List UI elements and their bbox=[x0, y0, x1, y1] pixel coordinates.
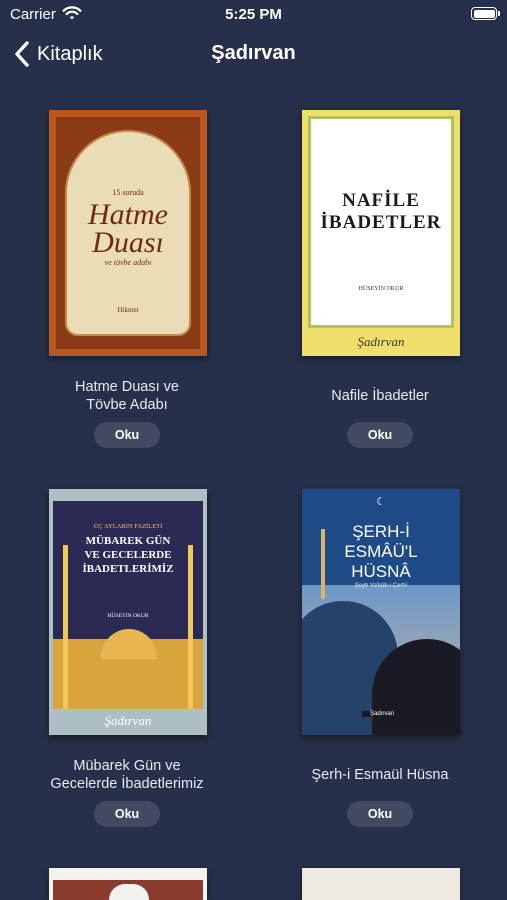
cover-brand: Şadırvan bbox=[104, 713, 152, 728]
read-button-hatme-duasi[interactable]: Oku bbox=[94, 422, 160, 448]
crescent-icon: ☾ bbox=[376, 496, 386, 508]
book-title-line: Tövbe Adabı bbox=[86, 397, 168, 413]
book-cover-nafile-ibadetler[interactable]: NAFİLE İBADETLER HÜSEYİN OKUR Şadırvan bbox=[302, 110, 460, 356]
cover-brand: Şadırvan bbox=[362, 711, 402, 717]
cover-title-line2: ESMÂÜ'L bbox=[344, 542, 418, 561]
book-cover-partial[interactable] bbox=[49, 868, 207, 900]
battery-icon bbox=[471, 7, 500, 20]
navigation-bar: Kitaplık Şadırvan bbox=[0, 32, 507, 76]
cover-author: HÜSEYİN OKUR bbox=[107, 613, 149, 619]
book-title-line: Mübarek Gün ve bbox=[73, 758, 181, 774]
book-title-mubarek-gun: Mübarek Gün ve Gecelerde İbadetlerimiz bbox=[7, 757, 247, 793]
book-cover-serh-i-esmaul-husna[interactable]: ☾ ŞERH-İ ESMÂÜ'L HÜSNÂ Şeyh Ya'kûb-i Çer… bbox=[302, 489, 460, 735]
clock: 5:25 PM bbox=[225, 6, 282, 23]
book-title-line: Hatme Duası ve bbox=[75, 379, 179, 395]
read-button-serh-i-esmaul-husna[interactable]: Oku bbox=[347, 801, 413, 827]
cover-brand: Şadırvan bbox=[357, 334, 405, 349]
cover-title-line1: ŞERH-İ bbox=[352, 522, 410, 541]
book-cover-hatme-duasi[interactable]: 15 soruda Hatme Duası ve tövbe adabı Hik… bbox=[49, 110, 207, 356]
cover-title-line1: MÜBAREK GÜN bbox=[85, 535, 171, 547]
book-cover-mubarek-gun[interactable]: ÜÇ AYLARIN FAZİLETİ MÜBAREK GÜN VE GECEL… bbox=[49, 489, 207, 735]
book-title-line: Gecelerde İbadetlerimiz bbox=[50, 776, 204, 792]
cover-title-line2: İBADETLER bbox=[320, 212, 442, 233]
book-cover-partial[interactable] bbox=[302, 868, 460, 900]
cover-title-line1: NAFİLE bbox=[342, 190, 420, 211]
cover-brand: Hikmet bbox=[117, 306, 139, 314]
cover-title-line3: HÜSNÂ bbox=[351, 562, 411, 581]
cover-subtitle: ve tövbe adabı bbox=[104, 258, 152, 267]
cover-top-text: 15 soruda bbox=[112, 188, 144, 197]
cover-title-line2: VE GECELERDE bbox=[84, 549, 172, 561]
cover-author: HÜSEYİN OKUR bbox=[358, 286, 404, 292]
read-button-mubarek-gun[interactable]: Oku bbox=[94, 801, 160, 827]
cover-title-line2: Duası bbox=[92, 226, 164, 259]
page-title: Şadırvan bbox=[211, 42, 296, 64]
book-title-serh-i-esmaul-husna: Şerh-i Esmaül Hüsna bbox=[260, 766, 500, 784]
cover-subtitle: Şeyh Ya'kûb-i Çerhî bbox=[354, 583, 408, 589]
status-bar: Carrier 5:25 PM bbox=[0, 0, 507, 30]
cover-title-line3: İBADETLERİMİZ bbox=[82, 563, 174, 575]
book-title-nafile-ibadetler: Nafile İbadetler bbox=[260, 387, 500, 405]
read-button-nafile-ibadetler[interactable]: Oku bbox=[347, 422, 413, 448]
book-title-hatme-duasi: Hatme Duası ve Tövbe Adabı bbox=[7, 378, 247, 414]
book-title-line: Nafile İbadetler bbox=[331, 388, 429, 404]
book-title-line: Şerh-i Esmaül Hüsna bbox=[311, 767, 449, 783]
cover-top-text: ÜÇ AYLARIN FAZİLETİ bbox=[93, 523, 163, 530]
